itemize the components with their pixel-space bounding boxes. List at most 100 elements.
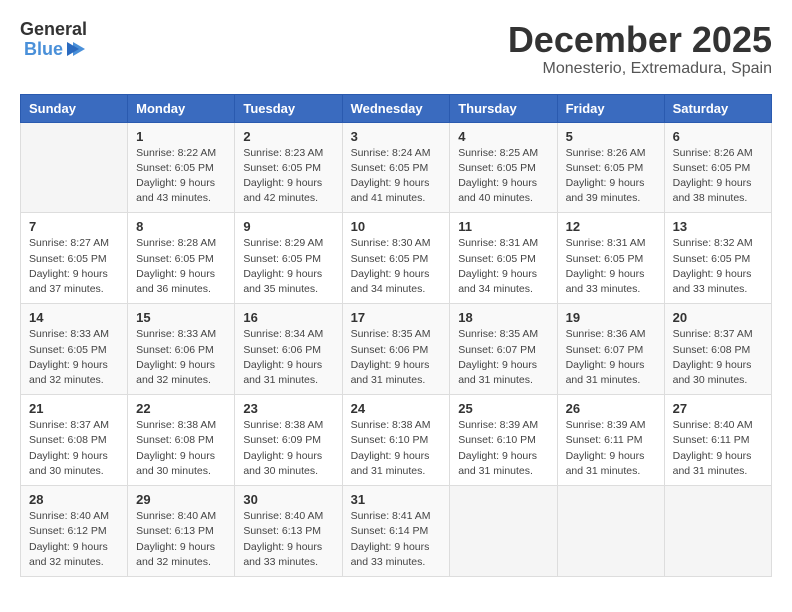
- day-cell: 21 Sunrise: 8:37 AMSunset: 6:08 PMDayligh…: [21, 395, 128, 486]
- day-number: 27: [673, 401, 763, 416]
- week-row-4: 28 Sunrise: 8:40 AMSunset: 6:12 PMDayligh…: [21, 486, 772, 577]
- day-cell: 6 Sunrise: 8:26 AMSunset: 6:05 PMDaylight…: [664, 122, 771, 213]
- day-cell: 1 Sunrise: 8:22 AMSunset: 6:05 PMDaylight…: [128, 122, 235, 213]
- day-cell: [557, 486, 664, 577]
- day-number: 22: [136, 401, 226, 416]
- day-cell: 25Sunrise: 8:39 AMSunset: 6:10 PMDayligh…: [450, 395, 557, 486]
- day-cell: 28 Sunrise: 8:40 AMSunset: 6:12 PMDayligh…: [21, 486, 128, 577]
- day-cell: 23Sunrise: 8:38 AMSunset: 6:09 PMDayligh…: [235, 395, 342, 486]
- day-cell: 27 Sunrise: 8:40 AMSunset: 6:11 PMDayligh…: [664, 395, 771, 486]
- day-info: Sunrise: 8:29 AMSunset: 6:05 PMDaylight:…: [243, 236, 333, 297]
- day-number: 28: [29, 492, 119, 507]
- day-number: 10: [351, 219, 442, 234]
- day-number: 20: [673, 310, 763, 325]
- header-cell-saturday: Saturday: [664, 94, 771, 122]
- day-cell: 5Sunrise: 8:26 AMSunset: 6:05 PMDaylight…: [557, 122, 664, 213]
- day-number: 11: [458, 219, 548, 234]
- day-cell: 2 Sunrise: 8:23 AMSunset: 6:05 PMDaylight…: [235, 122, 342, 213]
- day-cell: 22 Sunrise: 8:38 AMSunset: 6:08 PMDayligh…: [128, 395, 235, 486]
- day-number: 25: [458, 401, 548, 416]
- day-info: Sunrise: 8:37 AMSunset: 6:08 PMDaylight:…: [29, 418, 119, 479]
- day-number: 21: [29, 401, 119, 416]
- week-row-0: 1 Sunrise: 8:22 AMSunset: 6:05 PMDaylight…: [21, 122, 772, 213]
- header-cell-tuesday: Tuesday: [235, 94, 342, 122]
- day-info: Sunrise: 8:27 AMSunset: 6:05 PMDaylight:…: [29, 236, 119, 297]
- day-info: Sunrise: 8:37 AMSunset: 6:08 PMDaylight:…: [673, 327, 763, 388]
- day-cell: 10 Sunrise: 8:30 AMSunset: 6:05 PMDayligh…: [342, 213, 450, 304]
- day-cell: 18 Sunrise: 8:35 AMSunset: 6:07 PMDayligh…: [450, 304, 557, 395]
- day-number: 3: [351, 129, 442, 144]
- day-number: 9: [243, 219, 333, 234]
- day-number: 14: [29, 310, 119, 325]
- day-number: 17: [351, 310, 442, 325]
- day-cell: 31 Sunrise: 8:41 AMSunset: 6:14 PMDayligh…: [342, 486, 450, 577]
- day-info: Sunrise: 8:31 AMSunset: 6:05 PMDaylight:…: [566, 236, 656, 297]
- day-cell: 16Sunrise: 8:34 AMSunset: 6:06 PMDayligh…: [235, 304, 342, 395]
- calendar-header-row: SundayMondayTuesdayWednesdayThursdayFrid…: [21, 94, 772, 122]
- day-info: Sunrise: 8:34 AMSunset: 6:06 PMDaylight:…: [243, 327, 333, 388]
- day-number: 12: [566, 219, 656, 234]
- day-info: Sunrise: 8:40 AMSunset: 6:13 PMDaylight:…: [243, 509, 333, 570]
- header: General Blue December 2025 Monesterio, E…: [20, 20, 772, 78]
- day-number: 6: [673, 129, 763, 144]
- day-info: Sunrise: 8:40 AMSunset: 6:11 PMDaylight:…: [673, 418, 763, 479]
- day-number: 7: [29, 219, 119, 234]
- day-number: 31: [351, 492, 442, 507]
- day-info: Sunrise: 8:40 AMSunset: 6:13 PMDaylight:…: [136, 509, 226, 570]
- day-cell: 19 Sunrise: 8:36 AMSunset: 6:07 PMDayligh…: [557, 304, 664, 395]
- day-info: Sunrise: 8:35 AMSunset: 6:07 PMDaylight:…: [458, 327, 548, 388]
- day-cell: 13 Sunrise: 8:32 AMSunset: 6:05 PMDayligh…: [664, 213, 771, 304]
- day-info: Sunrise: 8:33 AMSunset: 6:06 PMDaylight:…: [136, 327, 226, 388]
- day-number: 4: [458, 129, 548, 144]
- day-info: Sunrise: 8:33 AMSunset: 6:05 PMDaylight:…: [29, 327, 119, 388]
- day-number: 2: [243, 129, 333, 144]
- day-info: Sunrise: 8:41 AMSunset: 6:14 PMDaylight:…: [351, 509, 442, 570]
- logo: General Blue: [20, 20, 87, 60]
- day-cell: 30 Sunrise: 8:40 AMSunset: 6:13 PMDayligh…: [235, 486, 342, 577]
- week-row-2: 14 Sunrise: 8:33 AMSunset: 6:05 PMDayligh…: [21, 304, 772, 395]
- day-cell: [664, 486, 771, 577]
- day-cell: 4 Sunrise: 8:25 AMSunset: 6:05 PMDaylight…: [450, 122, 557, 213]
- day-number: 15: [136, 310, 226, 325]
- day-info: Sunrise: 8:28 AMSunset: 6:05 PMDaylight:…: [136, 236, 226, 297]
- day-cell: 29 Sunrise: 8:40 AMSunset: 6:13 PMDayligh…: [128, 486, 235, 577]
- logo-blue: Blue: [24, 40, 63, 58]
- day-number: 1: [136, 129, 226, 144]
- day-cell: 26Sunrise: 8:39 AMSunset: 6:11 PMDayligh…: [557, 395, 664, 486]
- day-info: Sunrise: 8:25 AMSunset: 6:05 PMDaylight:…: [458, 146, 548, 207]
- day-cell: 24Sunrise: 8:38 AMSunset: 6:10 PMDayligh…: [342, 395, 450, 486]
- day-info: Sunrise: 8:32 AMSunset: 6:05 PMDaylight:…: [673, 236, 763, 297]
- logo-general: General: [20, 20, 87, 38]
- day-number: 13: [673, 219, 763, 234]
- day-info: Sunrise: 8:40 AMSunset: 6:12 PMDaylight:…: [29, 509, 119, 570]
- day-cell: 20 Sunrise: 8:37 AMSunset: 6:08 PMDayligh…: [664, 304, 771, 395]
- day-info: Sunrise: 8:38 AMSunset: 6:10 PMDaylight:…: [351, 418, 442, 479]
- day-number: 29: [136, 492, 226, 507]
- header-cell-monday: Monday: [128, 94, 235, 122]
- calendar-body: 1 Sunrise: 8:22 AMSunset: 6:05 PMDaylight…: [21, 122, 772, 576]
- day-cell: 3Sunrise: 8:24 AMSunset: 6:05 PMDaylight…: [342, 122, 450, 213]
- day-info: Sunrise: 8:36 AMSunset: 6:07 PMDaylight:…: [566, 327, 656, 388]
- header-cell-thursday: Thursday: [450, 94, 557, 122]
- day-cell: 17Sunrise: 8:35 AMSunset: 6:06 PMDayligh…: [342, 304, 450, 395]
- location-title: Monesterio, Extremadura, Spain: [508, 60, 772, 78]
- day-info: Sunrise: 8:23 AMSunset: 6:05 PMDaylight:…: [243, 146, 333, 207]
- day-cell: 7 Sunrise: 8:27 AMSunset: 6:05 PMDaylight…: [21, 213, 128, 304]
- day-number: 30: [243, 492, 333, 507]
- day-cell: 8Sunrise: 8:28 AMSunset: 6:05 PMDaylight…: [128, 213, 235, 304]
- day-number: 19: [566, 310, 656, 325]
- day-number: 5: [566, 129, 656, 144]
- header-cell-friday: Friday: [557, 94, 664, 122]
- title-area: December 2025 Monesterio, Extremadura, S…: [508, 20, 772, 78]
- header-cell-sunday: Sunday: [21, 94, 128, 122]
- day-info: Sunrise: 8:26 AMSunset: 6:05 PMDaylight:…: [673, 146, 763, 207]
- day-cell: 14 Sunrise: 8:33 AMSunset: 6:05 PMDayligh…: [21, 304, 128, 395]
- day-cell: 9 Sunrise: 8:29 AMSunset: 6:05 PMDaylight…: [235, 213, 342, 304]
- day-number: 18: [458, 310, 548, 325]
- day-info: Sunrise: 8:31 AMSunset: 6:05 PMDaylight:…: [458, 236, 548, 297]
- day-info: Sunrise: 8:38 AMSunset: 6:08 PMDaylight:…: [136, 418, 226, 479]
- day-info: Sunrise: 8:22 AMSunset: 6:05 PMDaylight:…: [136, 146, 226, 207]
- day-info: Sunrise: 8:30 AMSunset: 6:05 PMDaylight:…: [351, 236, 442, 297]
- day-cell: [21, 122, 128, 213]
- week-row-3: 21 Sunrise: 8:37 AMSunset: 6:08 PMDayligh…: [21, 395, 772, 486]
